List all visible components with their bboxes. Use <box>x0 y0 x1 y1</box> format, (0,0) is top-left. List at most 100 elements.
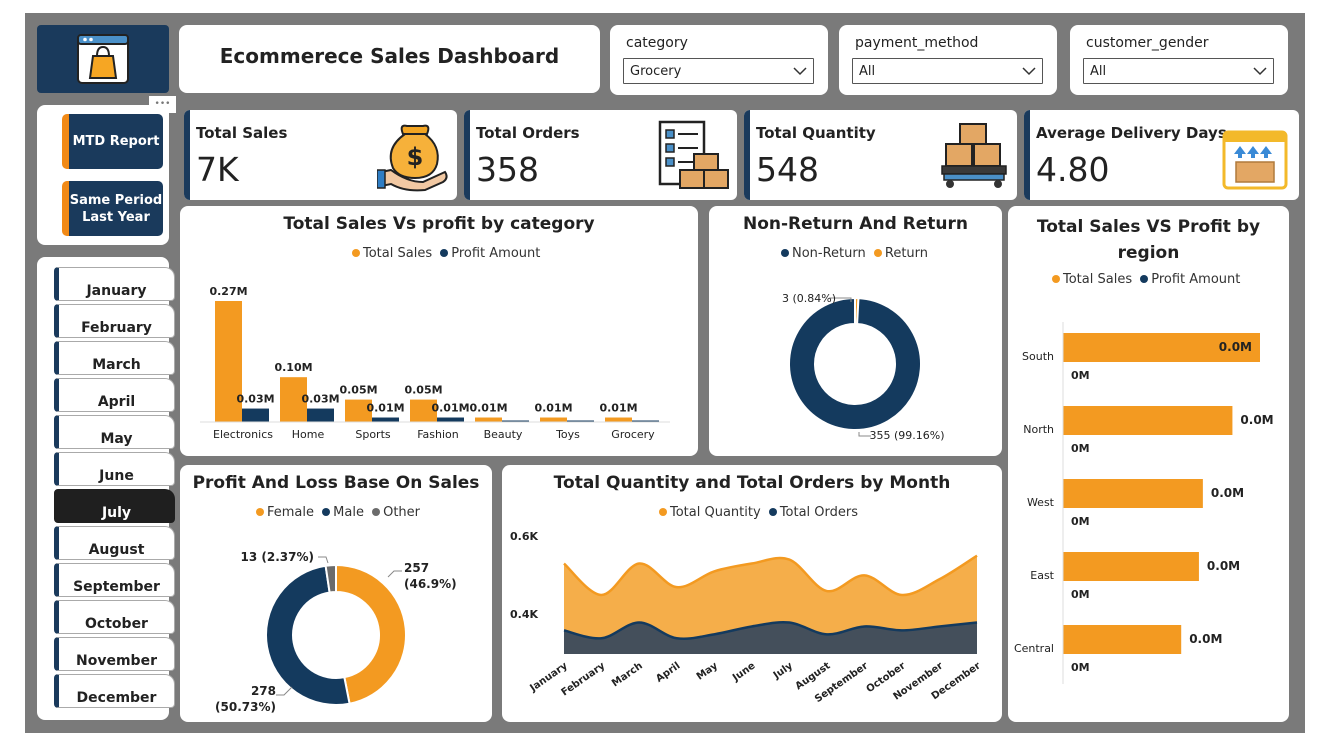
chevron-down-icon <box>793 67 807 76</box>
payment-method-dropdown[interactable]: All <box>852 58 1043 84</box>
category-bar-chart: 0.27M 0.03M Electronics 0.10M 0.03M Home 0.05M… <box>200 285 670 441</box>
tick-label: Electronics <box>213 428 273 441</box>
tick-label: Home <box>292 428 325 441</box>
logo-tile <box>37 25 169 93</box>
y-tick-label: 0.4K <box>510 608 538 621</box>
x-tick-label: May <box>695 660 720 682</box>
month-item-june[interactable]: June <box>54 452 175 486</box>
data-label: 0.0M <box>1240 413 1273 427</box>
leader-line <box>387 570 402 578</box>
x-tick-label: April <box>654 660 682 684</box>
kpi-value: 548 <box>756 150 819 189</box>
month-item-november[interactable]: November <box>54 637 175 671</box>
svg-text:$: $ <box>407 143 424 171</box>
x-tick-label: July <box>771 660 796 682</box>
data-label: 0M <box>1071 369 1090 382</box>
kpi-value: 7K <box>196 150 239 189</box>
data-label: 0.01M <box>469 402 507 415</box>
month-item-september[interactable]: September <box>54 563 175 597</box>
bar-profit <box>242 408 269 422</box>
sales-profit-by-category-card: Total Sales Vs profit by category Total … <box>180 206 698 456</box>
region-bar-chart: 0.0M 0M South 0.0M 0M North 0.0M 0M West 0.0M 0M Ea… <box>1014 322 1274 684</box>
leader-line <box>318 556 329 564</box>
bar-sales <box>1063 625 1182 654</box>
quantity-orders-area-chart: 0.6K0.4KJanuaryFebruary March April May June… <box>510 530 983 705</box>
payment-method-slicer[interactable]: payment_method All <box>839 25 1057 95</box>
x-tick-label: June <box>730 660 758 684</box>
gender-donut-chart: 257 (46.9%) 278 (50.73%) 13 (2.37%) <box>215 550 457 714</box>
tick-label: East <box>1030 569 1054 582</box>
month-item-january[interactable]: January <box>54 267 175 301</box>
more-options-button[interactable]: ••• <box>149 96 176 113</box>
data-label: 0.0M <box>1207 559 1240 573</box>
tick-label: Toys <box>555 428 580 441</box>
order-checklist-icon <box>658 120 729 189</box>
kpi-label: Total Orders <box>476 124 580 142</box>
last-year-label: Last Year <box>82 210 150 225</box>
month-item-july[interactable]: July <box>54 489 175 523</box>
month-item-may[interactable]: May <box>54 415 175 449</box>
money-bag-icon: $ <box>377 124 448 192</box>
customer-gender-value: All <box>1090 64 1107 79</box>
data-label: 0M <box>1071 442 1090 455</box>
month-item-august[interactable]: August <box>54 526 175 560</box>
data-label: 278 <box>251 684 276 698</box>
customer-gender-slicer[interactable]: customer_gender All <box>1070 25 1288 95</box>
boxes-pallet-icon <box>941 123 1007 188</box>
slice-female <box>335 563 407 705</box>
shopping-bag-icon <box>77 34 129 84</box>
data-label: 0.01M <box>534 402 572 415</box>
data-label: 0.10M <box>274 361 312 374</box>
sales-profit-by-region-card: Total Sales VS Profit by region Total Sa… <box>1008 206 1289 722</box>
data-label: 0M <box>1071 661 1090 674</box>
payment-method-label: payment_method <box>855 35 979 51</box>
month-item-october[interactable]: October <box>54 600 175 634</box>
data-label: 0.0M <box>1211 486 1244 500</box>
data-label: 0.01M <box>366 402 404 415</box>
chevron-down-icon <box>1253 67 1267 76</box>
month-item-april[interactable]: April <box>54 378 175 412</box>
data-label: 0.0M <box>1219 340 1252 354</box>
return-donut-chart: 3 (0.84%) 355 (99.16%) <box>782 292 945 442</box>
data-label: 0.05M <box>339 384 377 397</box>
return-donut-card: Non-Return And Return Non-Return Return … <box>709 206 1002 456</box>
slice-non-return <box>788 296 922 431</box>
report-buttons-card: MTD Report Same Period Last Year <box>37 105 169 245</box>
month-slicer: January February March April May June July Augu… <box>37 257 175 720</box>
delivery-calendar-icon <box>1222 130 1288 190</box>
gender-donut-card: Profit And Loss Base On Sales Female Mal… <box>180 465 492 722</box>
data-label: (46.9%) <box>404 577 457 591</box>
data-label: 0.03M <box>301 393 339 406</box>
month-item-february[interactable]: February <box>54 304 175 338</box>
data-label: 0.01M <box>599 402 637 415</box>
month-item-march[interactable]: March <box>54 341 175 375</box>
category-dropdown[interactable]: Grocery <box>623 58 814 84</box>
tick-label: Fashion <box>417 428 459 441</box>
data-label: 0.03M <box>236 393 274 406</box>
month-item-december[interactable]: December <box>54 674 175 708</box>
page-title: Ecommerece Sales Dashboard <box>219 44 560 68</box>
mtd-report-button[interactable]: MTD Report <box>62 114 163 169</box>
kpi-total-quantity: Total Quantity 548 <box>744 110 1017 200</box>
bar-sales <box>1063 479 1203 508</box>
kpi-total-sales: Total Sales 7K $ <box>184 110 457 200</box>
tick-label: North <box>1023 423 1054 436</box>
kpi-value: 358 <box>476 150 539 189</box>
category-slicer[interactable]: category Grocery <box>610 25 828 95</box>
bar-sales <box>1063 406 1233 435</box>
tick-label: South <box>1022 350 1054 363</box>
x-tick-label: March <box>610 660 645 689</box>
tick-label: West <box>1027 496 1055 509</box>
data-label: 355 (99.16%) <box>869 429 944 442</box>
kpi-label: Average Delivery Days <box>1036 124 1227 142</box>
data-label: 0.05M <box>404 384 442 397</box>
data-label: 0.0M <box>1189 632 1222 646</box>
bar-sales <box>475 417 502 422</box>
chevron-down-icon <box>1022 67 1036 76</box>
tick-label: Grocery <box>611 428 655 441</box>
same-period-last-year-button[interactable]: Same Period Last Year <box>62 181 163 236</box>
bar-profit <box>372 417 399 422</box>
customer-gender-dropdown[interactable]: All <box>1083 58 1274 84</box>
y-tick-label: 0.6K <box>510 530 538 543</box>
bar-sales <box>1063 552 1199 581</box>
